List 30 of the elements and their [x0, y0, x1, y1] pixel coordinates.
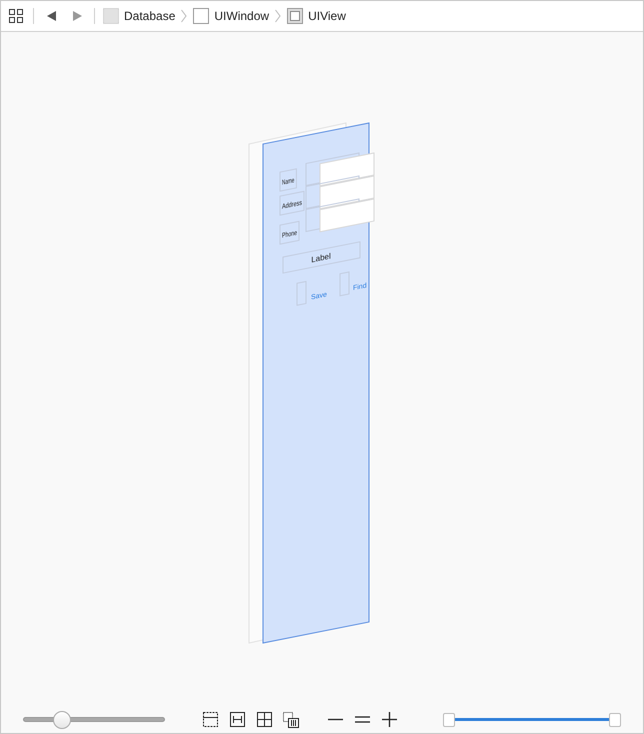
width-frame-icon[interactable]: [228, 710, 246, 728]
dotted-square-icon: [103, 8, 119, 24]
breadcrumb-item[interactable]: UIView: [287, 8, 346, 24]
text-field-outline: [306, 175, 360, 210]
form-label-background: [280, 168, 297, 192]
zoom-in-icon[interactable]: [380, 710, 398, 728]
label-text: Label: [311, 252, 331, 264]
button-outline: [340, 271, 350, 296]
text-field[interactable]: [320, 152, 374, 186]
slider-thumb[interactable]: [52, 710, 71, 728]
square-icon: [193, 8, 210, 24]
chevron-icon: [181, 9, 188, 23]
text-field[interactable]: [320, 198, 374, 232]
text-field[interactable]: [320, 175, 374, 210]
range-thumb[interactable]: [443, 712, 455, 726]
grid-icon[interactable]: [7, 7, 25, 25]
text-field-outline: [306, 152, 360, 186]
range-slider[interactable]: [443, 712, 621, 726]
stacked-frames-icon[interactable]: [282, 710, 300, 728]
dashed-frame-icon[interactable]: [201, 710, 219, 728]
range-thumb[interactable]: [609, 712, 621, 726]
breadcrumb-item[interactable]: Database: [103, 8, 176, 24]
nested-square-icon: [287, 8, 304, 24]
chevron-icon: [275, 9, 282, 23]
button-outline: [296, 280, 306, 306]
breadcrumb-item[interactable]: UIWindow: [193, 8, 270, 24]
grid-frame-icon[interactable]: [255, 710, 273, 728]
spacing-slider[interactable]: [23, 710, 165, 728]
form-label-background: [280, 220, 300, 245]
form-label-background: [280, 190, 304, 216]
